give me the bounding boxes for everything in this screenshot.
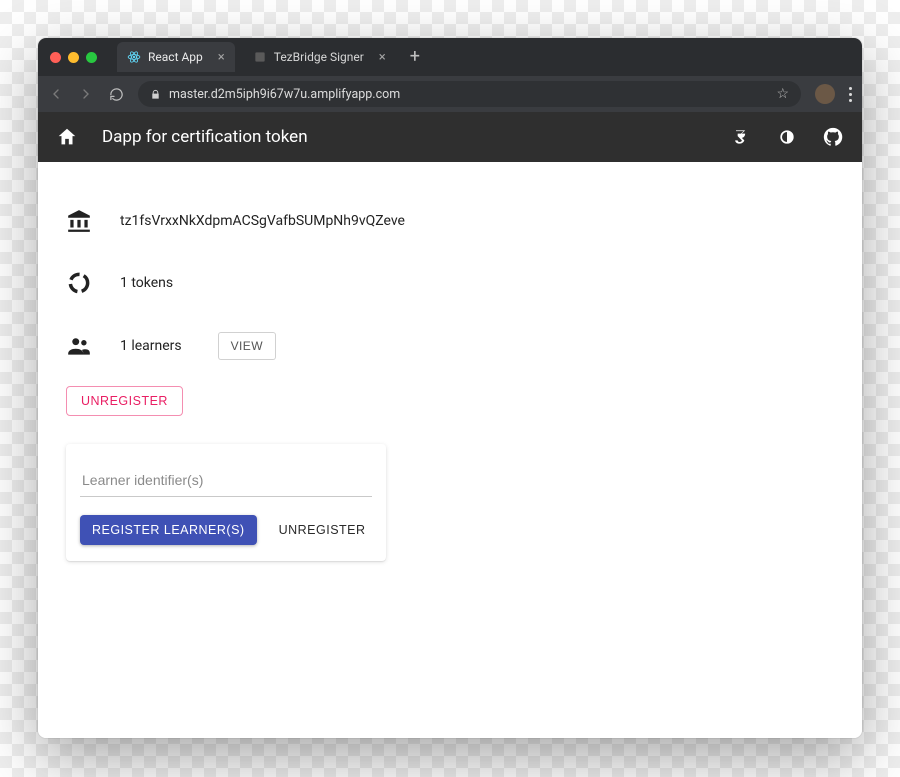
tokens-row: 1 tokens <box>66 252 834 314</box>
reload-button[interactable] <box>108 86 124 102</box>
tezos-icon[interactable] <box>730 126 752 148</box>
learners-row: 1 learners VIEW <box>66 314 834 378</box>
browser-window: React App × TezBridge Signer × + master.… <box>38 38 862 738</box>
learner-input[interactable] <box>80 464 372 497</box>
unregister-outline-button[interactable]: UNREGISTER <box>66 386 183 416</box>
tab-react-app[interactable]: React App × <box>117 42 235 72</box>
content-area: tz1fsVrxxNkXdpmACSgVafbSUMpNh9vQZeve 1 t… <box>38 162 862 738</box>
tokens-count: 1 tokens <box>120 275 173 291</box>
minimize-window-button[interactable] <box>68 52 79 63</box>
app-bar: Dapp for certification token <box>38 112 862 162</box>
tezbridge-icon <box>253 50 267 64</box>
learners-icon <box>66 333 92 359</box>
url-bar: master.d2m5iph9i67w7u.amplifyapp.com ☆ <box>38 76 862 112</box>
card-actions: REGISTER LEARNER(S) UNREGISTER <box>80 515 372 545</box>
url-text: master.d2m5iph9i67w7u.amplifyapp.com <box>169 87 400 102</box>
home-icon[interactable] <box>56 126 78 148</box>
lock-icon <box>150 89 161 100</box>
close-tab-icon[interactable]: × <box>218 51 225 64</box>
register-card: REGISTER LEARNER(S) UNREGISTER <box>66 444 386 561</box>
theme-toggle-icon[interactable] <box>776 126 798 148</box>
register-learners-button[interactable]: REGISTER LEARNER(S) <box>80 515 257 545</box>
tab-bar: React App × TezBridge Signer × + <box>38 38 862 76</box>
new-tab-button[interactable]: + <box>404 48 426 66</box>
address-bar[interactable]: master.d2m5iph9i67w7u.amplifyapp.com ☆ <box>138 81 801 107</box>
tab-label: TezBridge Signer <box>274 50 364 64</box>
close-window-button[interactable] <box>50 52 61 63</box>
browser-menu-button[interactable] <box>849 87 852 102</box>
account-address: tz1fsVrxxNkXdpmACSgVafbSUMpNh9vQZeve <box>120 213 405 229</box>
app-title: Dapp for certification token <box>102 127 308 147</box>
tab-tezbridge[interactable]: TezBridge Signer × <box>243 42 396 72</box>
token-icon <box>66 270 92 296</box>
learners-count: 1 learners <box>120 338 182 354</box>
view-button[interactable]: VIEW <box>218 332 276 360</box>
tab-label: React App <box>148 50 203 64</box>
bookmark-icon[interactable]: ☆ <box>776 86 789 102</box>
institution-icon <box>66 208 92 234</box>
github-icon[interactable] <box>822 126 844 148</box>
react-icon <box>127 50 141 64</box>
learner-field <box>80 464 372 497</box>
profile-avatar[interactable] <box>815 84 835 104</box>
window-controls <box>50 52 97 63</box>
back-button[interactable] <box>48 86 64 102</box>
forward-button[interactable] <box>78 86 94 102</box>
unregister-flat-button[interactable]: UNREGISTER <box>273 515 372 545</box>
account-row: tz1fsVrxxNkXdpmACSgVafbSUMpNh9vQZeve <box>66 190 834 252</box>
maximize-window-button[interactable] <box>86 52 97 63</box>
close-tab-icon[interactable]: × <box>379 51 386 64</box>
